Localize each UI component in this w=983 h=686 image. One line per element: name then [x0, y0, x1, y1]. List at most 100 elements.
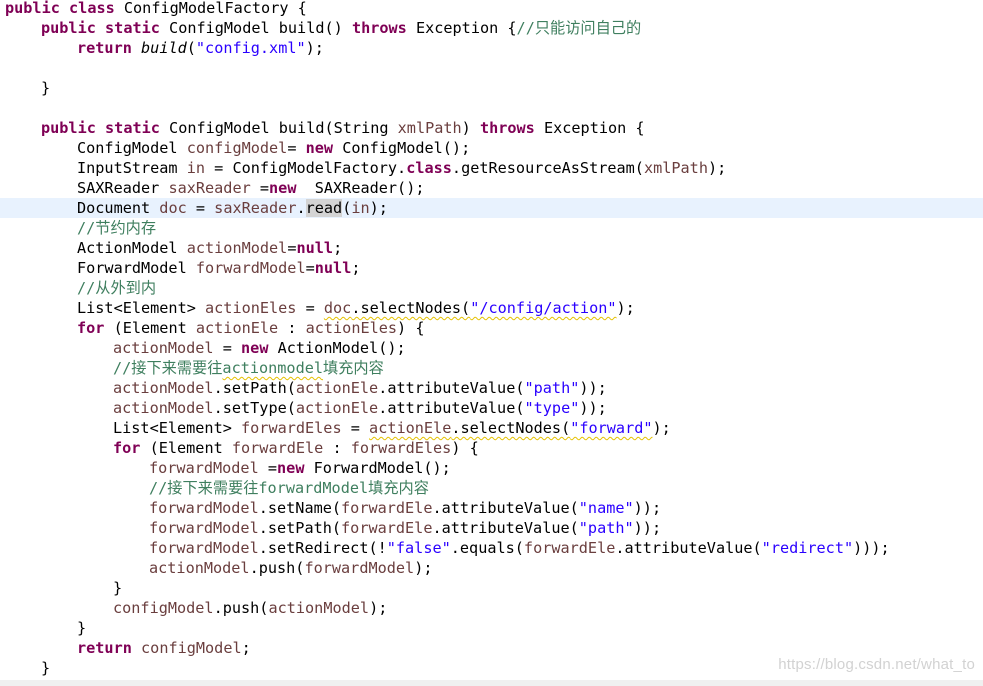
code-line[interactable]: //接下来需要往actionmodel填充内容 — [0, 358, 983, 378]
code-token: InputStream — [77, 159, 187, 177]
code-token: = — [341, 419, 370, 437]
code-line[interactable]: //节约内存 — [0, 218, 983, 238]
code-line[interactable]: forwardModel.setName(forwardEle.attribut… — [0, 498, 983, 518]
code-line[interactable]: //接下来需要往forwardModel填充内容 — [0, 478, 983, 498]
code-token: null — [314, 259, 352, 277]
code-token: = ConfigModelFactory. — [205, 159, 407, 177]
code-token: xmlPath — [397, 119, 462, 137]
code-line[interactable]: public class ConfigModelFactory { — [0, 0, 983, 18]
code-token: new — [241, 339, 269, 357]
code-token: actionModel — [268, 599, 370, 617]
code-token: ForwardModel(); — [304, 459, 451, 477]
code-token: = — [250, 179, 270, 197]
code-token: forwardEle — [341, 499, 433, 517]
code-token: .setType( — [213, 399, 296, 417]
code-token: ); — [305, 39, 324, 57]
code-line[interactable]: public static ConfigModel build(String x… — [0, 118, 983, 138]
code-token: )); — [579, 399, 607, 417]
code-line[interactable]: actionModel = new ActionModel(); — [0, 338, 983, 358]
code-token: //节约内存 — [77, 219, 157, 237]
code-token: .setRedirect(! — [258, 539, 387, 557]
code-token: } — [41, 79, 51, 97]
code-token: SAXReader(); — [296, 179, 425, 197]
code-token: forwardModel — [149, 499, 259, 517]
code-token: .attributeValue( — [432, 519, 579, 537]
code-line[interactable]: for (Element actionEle : actionEles) { — [0, 318, 983, 338]
code-line[interactable]: Document doc = saxReader.read(in); — [0, 198, 983, 218]
code-token: 填充内容 — [323, 359, 384, 377]
code-token: ConfigModelFactory { — [114, 0, 307, 17]
code-line[interactable]: ActionModel actionModel=null; — [0, 238, 983, 258]
code-line[interactable]: for (Element forwardEle : forwardEles) { — [0, 438, 983, 458]
code-token: )); — [633, 519, 662, 537]
code-token: throws — [351, 19, 407, 37]
code-token: .setPath( — [213, 379, 296, 397]
code-token: ConfigModel build() — [159, 19, 352, 37]
code-line[interactable]: return configModel; — [0, 638, 983, 658]
code-token: ConfigModel build(String — [159, 119, 398, 137]
code-token: forwardEles — [350, 439, 452, 457]
code-token: actionModel — [113, 399, 214, 417]
code-token: )); — [579, 379, 607, 397]
code-editor[interactable]: public class ConfigModelFactory {public … — [0, 0, 983, 686]
code-line[interactable]: forwardModel =new ForwardModel(); — [0, 458, 983, 478]
code-token: return — [77, 639, 132, 657]
code-line[interactable]: actionModel.push(forwardModel); — [0, 558, 983, 578]
code-token: forwardModel — [195, 259, 306, 277]
code-token: .push( — [249, 559, 305, 577]
code-token: .push( — [213, 599, 269, 617]
code-line[interactable]: actionModel.setPath(actionEle.attributeV… — [0, 378, 983, 398]
code-token: actionEle — [295, 399, 379, 417]
code-token: ; — [241, 639, 251, 657]
code-line[interactable]: public static ConfigModel build() throws… — [0, 18, 983, 38]
code-token: "redirect" — [761, 539, 854, 557]
code-token: ConfigModel — [77, 139, 187, 157]
code-line[interactable]: forwardModel.setRedirect(!"false".equals… — [0, 538, 983, 558]
code-token: } — [113, 579, 123, 597]
code-line[interactable] — [0, 98, 983, 118]
code-token: ); — [616, 299, 635, 317]
code-line[interactable]: //从外到内 — [0, 278, 983, 298]
code-token: ); — [652, 419, 671, 437]
code-line[interactable]: actionModel.setType(actionEle.attributeV… — [0, 398, 983, 418]
code-line[interactable]: forwardModel.setPath(forwardEle.attribut… — [0, 518, 983, 538]
code-line[interactable]: } — [0, 578, 983, 598]
code-line[interactable]: configModel.push(actionModel); — [0, 598, 983, 618]
code-token: "config.xml" — [195, 39, 306, 57]
code-token: .attributeValue( — [432, 499, 579, 517]
code-token: actionEle — [195, 319, 279, 337]
code-line[interactable]: List<Element> actionEles = doc.selectNod… — [0, 298, 983, 318]
code-line[interactable] — [0, 58, 983, 78]
code-line[interactable]: ForwardModel forwardModel=null; — [0, 258, 983, 278]
code-token: .attributeValue( — [378, 399, 525, 417]
code-line[interactable]: } — [0, 618, 983, 638]
code-token: saxReader — [214, 199, 297, 217]
code-token: .setName( — [258, 499, 342, 517]
code-token: "path" — [524, 379, 580, 397]
code-token: actionModel — [113, 339, 214, 357]
code-line[interactable]: List<Element> forwardEles = actionEle.se… — [0, 418, 983, 438]
code-line[interactable]: } — [0, 78, 983, 98]
horizontal-scrollbar[interactable] — [0, 680, 983, 686]
code-token: ActionModel(); — [268, 339, 406, 357]
code-token: ; — [333, 239, 343, 257]
code-token: static — [105, 19, 160, 37]
code-token: static — [105, 119, 160, 137]
code-line[interactable]: return build("config.xml"); — [0, 38, 983, 58]
code-token: public — [41, 119, 96, 137]
code-line[interactable]: ConfigModel configModel= new ConfigModel… — [0, 138, 983, 158]
code-token: ) — [461, 119, 480, 137]
code-token: actionEles — [205, 299, 297, 317]
code-token: read — [305, 199, 343, 217]
code-line[interactable]: InputStream in = ConfigModelFactory.clas… — [0, 158, 983, 178]
code-token: actionEle — [295, 379, 379, 397]
code-token: new — [305, 139, 334, 157]
code-token: = — [296, 299, 324, 317]
code-line[interactable]: SAXReader saxReader =new SAXReader(); — [0, 178, 983, 198]
code-token: .attributeValue( — [378, 379, 525, 397]
code-token: actionModel — [113, 379, 214, 397]
